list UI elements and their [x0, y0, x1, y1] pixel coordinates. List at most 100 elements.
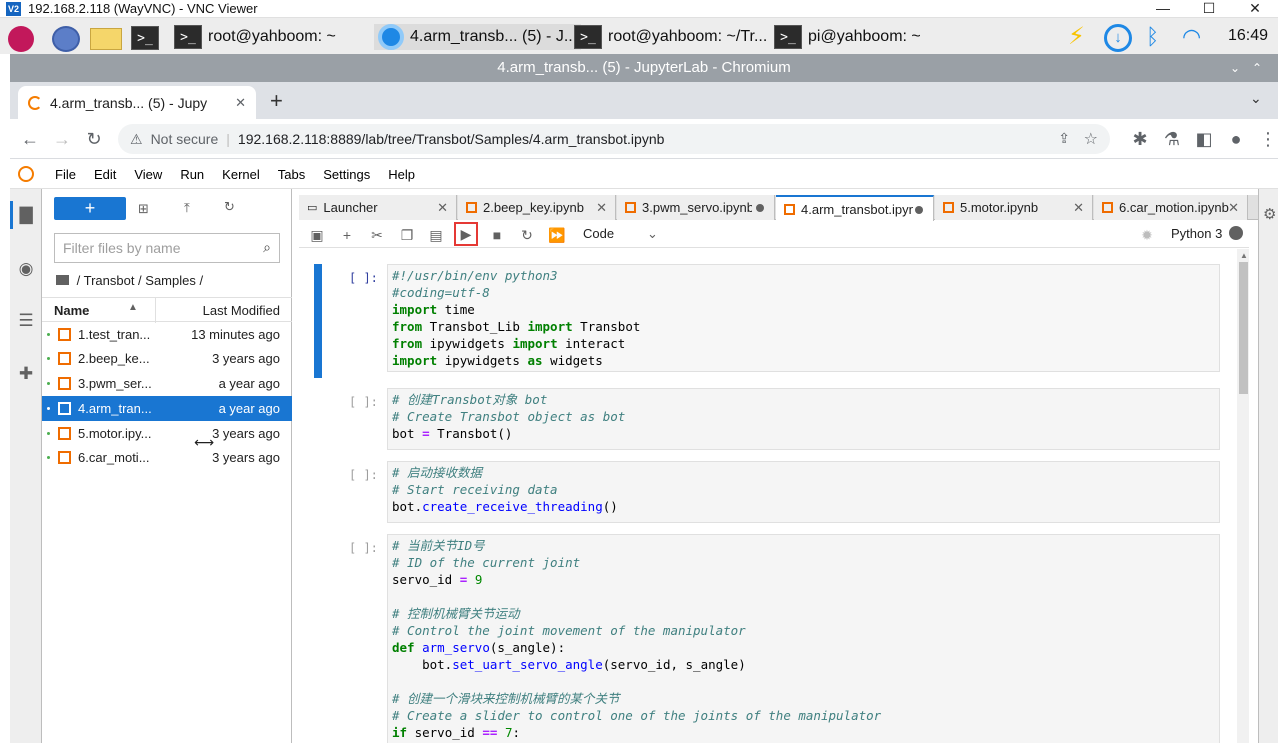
browser-tab[interactable]: 4.arm_transb... (5) - Jupy ✕: [18, 86, 256, 119]
chevron-down-icon[interactable]: ⌄: [1250, 90, 1262, 107]
sort-ascending-icon[interactable]: ▲: [128, 302, 138, 313]
warning-icon[interactable]: ⚠: [130, 131, 143, 148]
extensions-icon[interactable]: ✱: [1128, 127, 1152, 151]
scroll-up-arrow-icon[interactable]: ▲: [1240, 251, 1248, 260]
menu-kernel[interactable]: Kernel: [213, 167, 269, 182]
menu-run[interactable]: Run: [171, 167, 213, 182]
breadcrumb[interactable]: / Transbot / Samples /: [56, 273, 203, 288]
new-folder-icon[interactable]: ⊞: [138, 201, 149, 217]
tab-arm-transbot[interactable]: 4.arm_transbot.ipynb: [776, 195, 934, 221]
fast-forward-icon[interactable]: ⏩: [547, 225, 567, 245]
profile-avatar-icon[interactable]: ●: [1224, 127, 1248, 151]
column-last-modified[interactable]: Last Modified: [203, 303, 280, 318]
flask-icon[interactable]: ⚗: [1160, 127, 1184, 151]
code-cell[interactable]: # 启动接收数据 # Start receiving data bot.crea…: [387, 461, 1220, 523]
reload-icon[interactable]: ↻: [82, 127, 106, 151]
file-manager-icon[interactable]: [90, 28, 122, 50]
file-row-selected[interactable]: 4.arm_tran... a year ago: [42, 396, 292, 421]
file-row[interactable]: 3.pwm_ser... a year ago: [42, 371, 292, 396]
menu-file[interactable]: File: [46, 167, 85, 182]
tab-beep-key[interactable]: 2.beep_key.ipynb ✕: [458, 195, 616, 220]
close-icon[interactable]: ✕: [1228, 200, 1239, 216]
breadcrumb-path[interactable]: / Transbot / Samples /: [77, 273, 203, 288]
folder-icon[interactable]: ▇: [16, 205, 36, 225]
maximize-icon[interactable]: ☐: [1194, 0, 1224, 18]
address-bar[interactable]: ⚠ Not secure | 192.168.2.118:8889/lab/tr…: [118, 124, 1110, 154]
folder-icon[interactable]: [56, 275, 69, 285]
taskbar-app-terminal-2[interactable]: >_ root@yahboom: ~/Tr...: [574, 24, 767, 50]
tab-motor[interactable]: 5.motor.ipynb ✕: [935, 195, 1093, 220]
clock[interactable]: 16:49: [1228, 27, 1268, 45]
save-icon[interactable]: ▣: [307, 225, 327, 245]
kernel-name[interactable]: Python 3: [1171, 226, 1222, 241]
unsaved-dot-icon[interactable]: [915, 206, 923, 214]
table-of-contents-icon[interactable]: ☰: [16, 311, 36, 331]
code-cell[interactable]: #!/usr/bin/env python3 #coding=utf-8 imp…: [387, 264, 1220, 372]
unsaved-dot-icon[interactable]: [756, 204, 764, 212]
menu-view[interactable]: View: [125, 167, 171, 182]
new-launcher-button[interactable]: +: [54, 197, 126, 220]
close-icon[interactable]: ✕: [1073, 200, 1084, 216]
menu-help[interactable]: Help: [379, 167, 424, 182]
column-name[interactable]: Name: [54, 303, 89, 318]
menu-settings[interactable]: Settings: [314, 167, 379, 182]
more-menu-icon[interactable]: ⋮: [1256, 127, 1278, 151]
close-icon[interactable]: ✕: [235, 95, 246, 111]
debugger-icon[interactable]: ✹: [1137, 225, 1157, 245]
cut-icon[interactable]: ✂: [367, 225, 387, 245]
active-cell-collapser[interactable]: [314, 264, 322, 378]
terminal-icon[interactable]: >_: [131, 26, 159, 50]
taskbar-app-terminal-1[interactable]: >_ root@yahboom: ~: [174, 24, 336, 50]
tab-car-motion[interactable]: 6.car_motion.ipynb ✕: [1094, 195, 1248, 220]
raspberry-menu-icon[interactable]: [8, 26, 34, 52]
filter-input[interactable]: Filter files by name ⌕: [54, 233, 280, 263]
minimize-icon[interactable]: —: [1148, 0, 1178, 18]
menu-edit[interactable]: Edit: [85, 167, 125, 182]
close-icon[interactable]: ✕: [437, 200, 448, 216]
tab-launcher[interactable]: ▭ Launcher ✕: [299, 195, 457, 220]
menu-tabs[interactable]: Tabs: [269, 167, 314, 182]
insert-cell-icon[interactable]: +: [337, 225, 357, 245]
property-inspector-gear-icon[interactable]: ⚙: [1263, 205, 1276, 223]
file-row[interactable]: 1.test_tran... 13 minutes ago: [42, 322, 292, 347]
stop-icon[interactable]: ■: [487, 225, 507, 245]
scrollbar-thumb[interactable]: [1239, 262, 1248, 394]
update-icon[interactable]: ↓: [1104, 24, 1132, 52]
close-icon[interactable]: ✕: [596, 200, 607, 216]
wifi-icon[interactable]: ◠: [1182, 24, 1201, 50]
tab-pwm-servo[interactable]: 3.pwm_servo.ipynb: [617, 195, 775, 220]
window-title-text: 4.arm_transb... (5) - JupyterLab - Chrom…: [497, 59, 791, 76]
cell-type-select[interactable]: Code ⌄: [583, 226, 663, 241]
taskbar-app-terminal-3[interactable]: >_ pi@yahboom: ~: [774, 24, 921, 50]
bookmark-star-icon[interactable]: ☆: [1084, 129, 1098, 149]
refresh-icon[interactable]: ↻: [224, 199, 235, 215]
restart-icon[interactable]: ↻: [517, 225, 537, 245]
notebook-icon: [58, 402, 71, 415]
taskbar-app-chromium[interactable]: 4.arm_transb... (5) - J...: [374, 24, 582, 50]
chevron-up-icon[interactable]: ⌃: [1252, 54, 1262, 82]
copy-icon[interactable]: ❐: [397, 225, 417, 245]
chevron-down-icon[interactable]: ⌄: [1230, 54, 1240, 82]
extension-puzzle-icon[interactable]: ✚: [16, 364, 36, 384]
file-row[interactable]: 5.motor.ipy... 3 years ago: [42, 421, 292, 446]
file-row[interactable]: 6.car_moti... 3 years ago: [42, 445, 292, 470]
share-icon[interactable]: ⇪: [1058, 130, 1070, 147]
upload-icon[interactable]: ⤒: [184, 200, 190, 216]
code-token: ==: [482, 725, 498, 740]
running-sessions-icon[interactable]: ◉: [16, 259, 36, 279]
side-panel-icon[interactable]: ◧: [1192, 127, 1216, 151]
code-cell[interactable]: # 创建Transbot对象 bot # Create Transbot obj…: [387, 388, 1220, 450]
back-icon[interactable]: ←: [18, 127, 42, 151]
forward-icon[interactable]: →: [50, 127, 74, 151]
file-row[interactable]: 2.beep_ke... 3 years ago: [42, 346, 292, 371]
new-tab-icon[interactable]: +: [270, 88, 283, 114]
url-text[interactable]: 192.168.2.118:8889/lab/tree/Transbot/Sam…: [238, 131, 665, 147]
power-icon[interactable]: ⚡: [1068, 22, 1085, 51]
paste-icon[interactable]: ▤: [426, 225, 446, 245]
close-icon[interactable]: ✕: [1240, 0, 1270, 18]
run-icon[interactable]: ▶: [454, 222, 478, 246]
code-cell[interactable]: # 当前关节ID号 # ID of the current joint serv…: [387, 534, 1220, 743]
bluetooth-icon[interactable]: ᛒ: [1146, 24, 1159, 50]
tab-label: Launcher: [323, 200, 378, 215]
browser-globe-icon[interactable]: [52, 26, 80, 52]
